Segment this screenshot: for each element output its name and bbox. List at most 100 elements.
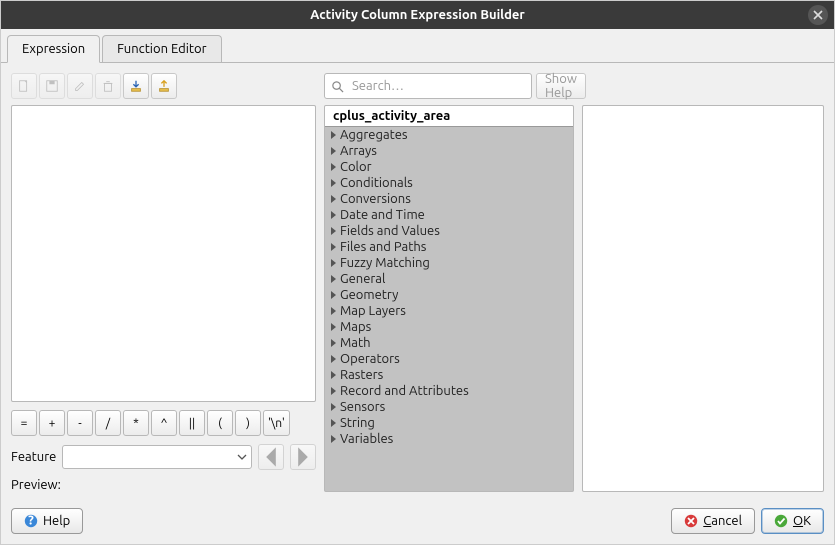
close-icon [813, 10, 823, 20]
op-power[interactable]: ^ [151, 410, 177, 436]
expand-icon [331, 179, 336, 187]
expand-icon [331, 355, 336, 363]
tree-item[interactable]: Rasters [325, 367, 573, 383]
tab-expression[interactable]: Expression [7, 35, 100, 63]
expression-panel: = + - / * ^ || ( ) '\n' Feature Preview: [11, 73, 316, 492]
footer: ? Help Cancel OK [1, 502, 834, 544]
tree-item-label: Arrays [340, 144, 377, 158]
op-concat[interactable]: || [179, 410, 205, 436]
tree-item-label: Operators [340, 352, 400, 366]
tree-item-label: Fields and Values [340, 224, 440, 238]
next-feature-button[interactable] [290, 444, 316, 470]
expression-toolbar [11, 73, 316, 99]
export-expression-button[interactable] [151, 73, 177, 99]
tree-item[interactable]: Maps [325, 319, 573, 335]
expand-icon [331, 243, 336, 251]
edit-expression-button[interactable] [67, 73, 93, 99]
show-help-button[interactable]: Show Help [536, 73, 586, 99]
help-panel-col [582, 73, 824, 492]
tree-item[interactable]: Fuzzy Matching [325, 255, 573, 271]
tree-item[interactable]: Record and Attributes [325, 383, 573, 399]
tree-item-label: Color [340, 160, 372, 174]
export-icon [157, 79, 171, 93]
expand-icon [331, 371, 336, 379]
save-expression-button[interactable] [39, 73, 65, 99]
expand-icon [331, 259, 336, 267]
feature-combo[interactable] [62, 445, 252, 469]
delete-expression-button[interactable] [95, 73, 121, 99]
search-icon [331, 80, 344, 93]
tree-item[interactable]: Aggregates [325, 127, 573, 143]
tree-item-label: Aggregates [340, 128, 408, 142]
help-panel [582, 105, 824, 492]
tree-item[interactable]: Geometry [325, 287, 573, 303]
triangle-left-icon [259, 445, 283, 469]
tree-item[interactable]: General [325, 271, 573, 287]
new-expression-button[interactable] [11, 73, 37, 99]
ok-button[interactable]: OK [761, 508, 824, 534]
import-icon [129, 79, 143, 93]
triangle-right-icon [291, 445, 315, 469]
feature-label: Feature [11, 450, 56, 464]
import-expression-button[interactable] [123, 73, 149, 99]
op-newline[interactable]: '\n' [263, 410, 290, 436]
op-divide[interactable]: / [95, 410, 121, 436]
expand-icon [331, 211, 336, 219]
trash-icon [101, 79, 115, 93]
expand-icon [331, 291, 336, 299]
operator-row: = + - / * ^ || ( ) '\n' [11, 410, 316, 436]
tree-item[interactable]: Variables [325, 431, 573, 447]
save-icon [45, 79, 59, 93]
tree-item[interactable]: Sensors [325, 399, 573, 415]
op-lparen[interactable]: ( [207, 410, 233, 436]
close-button[interactable] [808, 5, 828, 25]
tree-item[interactable]: Conditionals [325, 175, 573, 191]
op-multiply[interactable]: * [123, 410, 149, 436]
tree-item-label: Conversions [340, 192, 411, 206]
tree-item[interactable]: String [325, 415, 573, 431]
tree-item-label: Math [340, 336, 371, 350]
op-plus[interactable]: + [39, 410, 65, 436]
expand-icon [331, 435, 336, 443]
help-button[interactable]: ? Help [11, 508, 83, 534]
tree-item[interactable]: Color [325, 159, 573, 175]
tree-item-label: String [340, 416, 375, 430]
tab-function-editor[interactable]: Function Editor [102, 35, 221, 62]
content-area: = + - / * ^ || ( ) '\n' Feature Preview: [1, 63, 834, 502]
op-equals[interactable]: = [11, 410, 37, 436]
chevron-down-icon [237, 452, 247, 462]
cancel-button[interactable]: Cancel [671, 508, 755, 534]
expand-icon [331, 147, 336, 155]
tree-item-label: Rasters [340, 368, 383, 382]
tabbar: Expression Function Editor [1, 29, 834, 63]
function-tree[interactable]: cplus_activity_area Aggregates Arrays Colo… [324, 105, 574, 492]
tree-item[interactable]: Files and Paths [325, 239, 573, 255]
tree-item[interactable]: Date and Time [325, 207, 573, 223]
expand-icon [331, 275, 336, 283]
preview-label: Preview: [11, 478, 316, 492]
search-wrap [324, 73, 532, 99]
expand-icon [331, 227, 336, 235]
op-minus[interactable]: - [67, 410, 93, 436]
spacer [582, 73, 824, 105]
tree-item-label: Sensors [340, 400, 385, 414]
tree-item-label: General [340, 272, 385, 286]
tree-item[interactable]: Math [325, 335, 573, 351]
prev-feature-button[interactable] [258, 444, 284, 470]
tree-item-label: Maps [340, 320, 371, 334]
search-input[interactable] [350, 78, 525, 94]
tree-header[interactable]: cplus_activity_area [325, 106, 573, 127]
expand-icon [331, 387, 336, 395]
expand-icon [331, 323, 336, 331]
tree-item[interactable]: Conversions [325, 191, 573, 207]
tree-item[interactable]: Operators [325, 351, 573, 367]
tree-item[interactable]: Fields and Values [325, 223, 573, 239]
tree-item-label: Date and Time [340, 208, 425, 222]
tree-item-label: Variables [340, 432, 393, 446]
tree-item-label: Conditionals [340, 176, 413, 190]
expression-editor[interactable] [11, 105, 316, 402]
tree-item-label: Geometry [340, 288, 398, 302]
tree-item[interactable]: Arrays [325, 143, 573, 159]
tree-item[interactable]: Map Layers [325, 303, 573, 319]
op-rparen[interactable]: ) [235, 410, 261, 436]
